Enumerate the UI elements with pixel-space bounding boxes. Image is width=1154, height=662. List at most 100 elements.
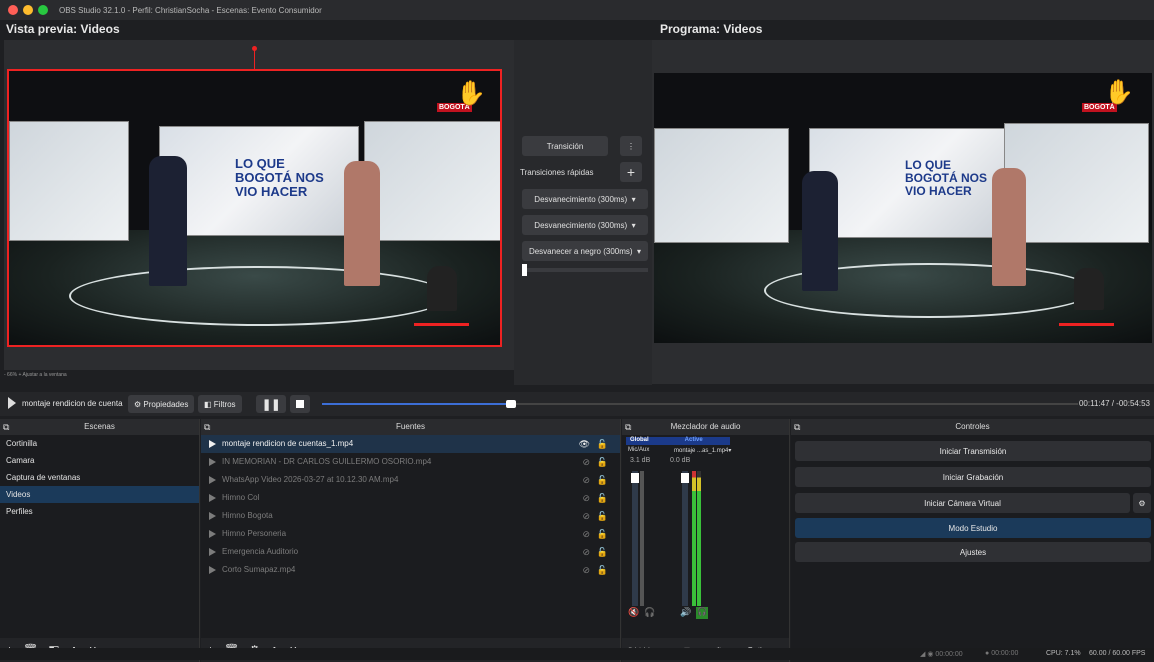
hidden-eye-icon[interactable]: ⊘ (582, 507, 590, 525)
montaje-meter-left (692, 471, 696, 606)
t-bar-slider[interactable] (522, 268, 648, 272)
hidden-eye-icon[interactable]: ⊘ (582, 489, 590, 507)
quick-transition-1[interactable]: Desvanecimiento (300ms) ▾ (522, 189, 648, 209)
montaje-fader[interactable] (682, 471, 688, 606)
source-item[interactable]: Himno Personeria ⊘ 🔓 (201, 525, 620, 543)
media-source-icon (209, 439, 216, 448)
source-label: Himno Personeria (222, 529, 287, 538)
unlock-icon[interactable]: 🔓 (597, 489, 608, 507)
unlock-icon[interactable]: 🔓 (597, 561, 608, 579)
mic-aux-fader[interactable] (632, 471, 638, 606)
start-stream-button[interactable]: Iniciar Transmisión (795, 441, 1151, 461)
montaje-db: 0.0 dB (670, 457, 691, 464)
visible-eye-icon[interactable]: 👁 (579, 435, 590, 453)
scene-item[interactable]: Perfiles (0, 503, 199, 520)
close-window-icon[interactable] (8, 5, 18, 15)
properties-button[interactable]: ⚙ Propiedades (128, 395, 195, 413)
source-item[interactable]: WhatsApp Video 2026-03-27 at 10.12.30 AM… (201, 471, 620, 489)
quick-transitions-label: Transiciones rápidas (520, 168, 594, 177)
media-source-icon (209, 457, 216, 466)
scene-item[interactable]: Cortinilla (0, 435, 199, 452)
source-label: WhatsApp Video 2026-03-27 at 10.12.30 AM… (222, 475, 399, 484)
sources-header: ⧉ Fuentes (201, 419, 620, 435)
settings-button[interactable]: Ajustes (795, 542, 1151, 562)
undock-icon[interactable]: ⧉ (3, 419, 9, 435)
unlock-icon[interactable]: 🔓 (597, 543, 608, 561)
montaje-channel-name[interactable]: montaje ...as_1.mp4▾ (674, 447, 731, 454)
zoom-hint[interactable]: - 66% + Ajustar a la ventana (4, 372, 67, 378)
controls-dock: ⧉ Controles Iniciar Transmisión Iniciar G… (791, 419, 1154, 662)
scene-item[interactable]: Videos (0, 486, 199, 503)
preview-area[interactable]: LO QUE BOGOTÁ NOS VIO HACER BOGOTÁ ✋ - 6… (4, 40, 514, 378)
source-item[interactable]: IN MEMORIAN - DR CARLOS GUILLERMO OSORIO… (201, 453, 620, 471)
preview-canvas[interactable]: LO QUE BOGOTÁ NOS VIO HACER BOGOTÁ ✋ (7, 69, 502, 347)
window-title: OBS Studio 32.1.0 - Perfil: ChristianSoc… (59, 5, 322, 15)
unlock-icon[interactable]: 🔓 (597, 453, 608, 471)
mic-aux-db: 3.1 dB (630, 457, 651, 464)
stream-status: ◢ ◉ 00:00:00 (920, 651, 963, 658)
undock-icon[interactable]: ⧉ (204, 419, 210, 435)
source-item[interactable]: montaje rendicion de cuentas_1.mp4 👁 🔓 (201, 435, 620, 453)
record-status: ● 00:00:00 (985, 650, 1019, 657)
quick-transition-2[interactable]: Desvanecimiento (300ms) ▾ (522, 215, 648, 235)
filters-button[interactable]: ◧ Filtros (198, 395, 242, 413)
undock-icon[interactable]: ⧉ (625, 419, 631, 435)
media-source-icon (209, 493, 216, 502)
fps-readout: 60.00 / 60.00 FPS (1089, 650, 1146, 657)
controls-header: ⧉ Controles (791, 419, 1154, 435)
hidden-eye-icon[interactable]: ⊘ (582, 561, 590, 579)
filter-icon: ◧ (204, 399, 214, 409)
source-item[interactable]: Himno Bogota ⊘ 🔓 (201, 507, 620, 525)
transition-button[interactable]: Transición (522, 136, 608, 156)
monitor-icon[interactable]: 🎧 (696, 607, 708, 619)
scene-list: Cortinilla Camara Captura de ventanas Video… (0, 435, 199, 520)
sources-dock: ⧉ Fuentes montaje rendicion de cuentas_1.… (201, 419, 621, 662)
media-time: 00:11:47 / -00:54:53 (1078, 399, 1150, 408)
scene-item[interactable]: Camara (0, 452, 199, 469)
media-seek-bar[interactable] (322, 400, 1078, 408)
source-item[interactable]: Himno Col ⊘ 🔓 (201, 489, 620, 507)
source-label: Corto Sumapaz.mp4 (222, 565, 296, 574)
hidden-eye-icon[interactable]: ⊘ (582, 471, 590, 489)
quick-transition-3[interactable]: Desvanecer a negro (300ms) ▾ (522, 241, 648, 261)
play-icon[interactable] (8, 397, 16, 409)
pause-button[interactable]: ❚❚ (256, 395, 287, 413)
start-record-button[interactable]: Iniciar Grabación (795, 467, 1151, 487)
mic-aux-fader-handle[interactable] (631, 473, 639, 483)
transition-menu-button[interactable]: ⋮ (620, 136, 642, 156)
unlock-icon[interactable]: 🔓 (597, 471, 608, 489)
mic-aux-name: Mic/Aux (628, 447, 650, 453)
source-item[interactable]: Corto Sumapaz.mp4 ⊘ 🔓 (201, 561, 620, 579)
preview-label: Vista previa: Videos (6, 22, 120, 36)
media-source-icon (209, 511, 216, 520)
program-label: Programa: Videos (660, 22, 763, 36)
montaje-fader-handle[interactable] (681, 473, 689, 483)
mic-muted-icon[interactable]: 🔇 (628, 607, 639, 618)
cpu-usage: CPU: 7.1% (1046, 650, 1081, 657)
minimize-window-icon[interactable] (23, 5, 33, 15)
mixer-tabs[interactable]: Global Active (626, 437, 730, 445)
title-bar: OBS Studio 32.1.0 - Perfil: ChristianSoc… (0, 0, 1154, 20)
virtual-camera-settings-icon[interactable]: ⚙ (1133, 493, 1151, 513)
studio-mode-button[interactable]: Modo Estudio (795, 518, 1151, 538)
hidden-eye-icon[interactable]: ⊘ (582, 453, 590, 471)
hidden-eye-icon[interactable]: ⊘ (582, 543, 590, 561)
scene-item[interactable]: Captura de ventanas (0, 469, 199, 486)
source-item[interactable]: Emergencia Auditorio ⊘ 🔓 (201, 543, 620, 561)
zoom-window-icon[interactable] (38, 5, 48, 15)
start-virtual-camera-button[interactable]: Iniciar Cámara Virtual (795, 493, 1130, 513)
unlock-icon[interactable]: 🔓 (597, 507, 608, 525)
speaker-icon[interactable]: 🔊 (680, 607, 691, 618)
t-bar-handle[interactable] (522, 264, 527, 276)
stop-icon (296, 400, 304, 408)
add-quick-transition-button[interactable]: + (620, 162, 642, 182)
media-source-icon (209, 547, 216, 556)
hidden-eye-icon[interactable]: ⊘ (582, 525, 590, 543)
program-area: LO QUE BOGOTÁ NOS VIO HACER BOGOTÁ ✋ (652, 40, 1154, 384)
unlock-icon[interactable]: 🔓 (597, 525, 608, 543)
headphones-icon[interactable]: 🎧 (644, 607, 655, 618)
stop-button[interactable] (290, 395, 310, 413)
source-label: Himno Col (222, 493, 260, 502)
unlock-icon[interactable]: 🔓 (597, 435, 608, 453)
undock-icon[interactable]: ⧉ (794, 419, 800, 435)
